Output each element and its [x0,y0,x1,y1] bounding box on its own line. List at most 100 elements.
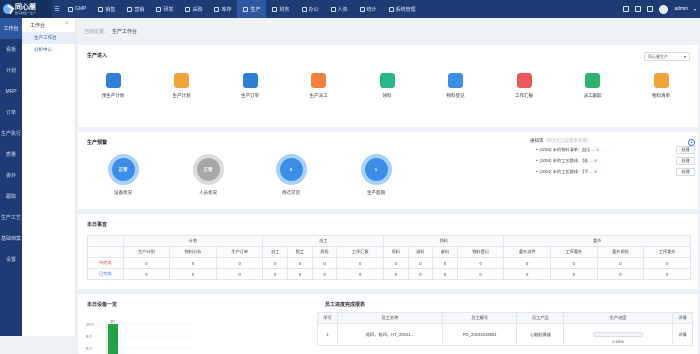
table-cell[interactable]: 0 [407,257,434,269]
progress-header: 序号 [316,312,339,324]
table-cell[interactable]: 0 [169,257,217,269]
table-cell[interactable]: 0 [596,257,645,269]
nav-item-8[interactable]: 办公 [296,0,325,18]
table-cell[interactable]: 0 [262,257,289,269]
bell-icon[interactable] [647,6,654,12]
table-cell[interactable]: 0 [311,257,338,269]
nav-item-9[interactable]: 人资 [325,0,354,18]
shortcut-1[interactable]: 生产计划 [157,73,207,99]
shortcut-2[interactable]: 生产订单 [225,73,275,99]
handle-button[interactable]: 处理 [676,145,695,154]
table-cell[interactable]: 0 [262,268,289,280]
handle-button[interactable]: 处理 [676,167,695,176]
table-cell[interactable]: 0 [503,268,552,280]
sidebar-item-1[interactable]: 看板 [0,39,22,60]
table-cell[interactable]: 0 [122,268,171,280]
nav-item-7[interactable]: 财务 [266,0,295,18]
nav-item-10[interactable]: 统计 [354,0,383,18]
username[interactable]: admin [674,6,688,12]
table-cell[interactable]: 0 [382,257,409,269]
shortcut-4[interactable]: 领料 [362,73,412,99]
table-cell[interactable]: 0 [382,268,409,280]
table-cell[interactable]: 0 [287,268,313,280]
table-cell[interactable]: 0 [456,257,505,269]
add-icon[interactable]: + [688,139,695,146]
nav-item-0[interactable]: GMP [62,0,92,18]
gauge-0[interactable]: 正常 设备状况 [98,154,148,196]
sidebar-item-11[interactable]: 设置 [0,249,22,270]
sidebar-item-2[interactable]: 计划 [0,60,22,81]
table-cell[interactable]: 0 [169,268,217,280]
nav-item-1[interactable]: 销售 [92,0,121,18]
chevron-down-icon[interactable]: ▾ [694,7,696,12]
column-header: 领料 [382,246,409,258]
shortcut-5[interactable]: 物料登记 [431,73,481,99]
notice-text[interactable]: (1024) 未的物料清单：血压... [539,147,593,153]
app-logo[interactable]: 同心雁 数字制造一生产 [0,0,52,18]
shortcut-7[interactable]: 派工跟踪 [568,73,618,99]
handle-button[interactable]: 处理 [676,156,695,165]
sidebar-item-3[interactable]: MRP [0,81,22,102]
window-icon[interactable] [623,6,630,12]
sidebar-item-5[interactable]: 生产执行 [0,123,22,144]
table-cell[interactable]: 0 [503,257,552,269]
sub-sidebar-item-1[interactable]: 分析中心 [22,44,75,56]
table-cell[interactable]: 0 [336,257,384,269]
logo-subtitle: 数字制造一生产 [15,10,37,15]
sidebar-item-9[interactable]: 生产工艺 [0,207,22,228]
table-cell[interactable]: 0 [550,257,598,269]
sub-sidebar-item-0[interactable]: 生产工作台 [22,32,75,44]
table-cell[interactable]: 0 [215,257,264,269]
table-cell[interactable]: 0 [336,268,384,280]
shortcut-icon [311,73,326,88]
gauge-2[interactable]: 0 待迁交货 [266,154,316,196]
avatar[interactable] [659,4,669,14]
nav-item-2[interactable]: 营销 [121,0,150,18]
nav-item-3[interactable]: 研发 [150,0,179,18]
shortcut-3[interactable]: 生产派工 [294,73,344,99]
shortcut-6[interactable]: 工作汇报 [499,73,549,99]
nav-item-6[interactable]: 生产 [237,0,267,18]
table-cell[interactable]: 0 [122,257,171,269]
menu-toggle-icon[interactable]: ☰ [52,0,62,18]
sidebar-item-8[interactable]: 跟踪 [0,186,22,207]
table-cell[interactable]: 0 [215,268,264,280]
table-cell[interactable]: 0 [287,257,313,269]
table-cell[interactable]: 0 [311,268,338,280]
sidebar-item-10[interactable]: 基础档案 [0,228,22,249]
sidebar-item-6[interactable]: 质量 [0,144,22,165]
sidebar-item-0[interactable]: 工作台 [0,18,22,39]
column-header: 质检 [311,246,338,258]
table-cell[interactable]: 0 [643,268,691,280]
nav-item-label: 统计 [366,6,377,13]
shortcut-icon [448,73,463,88]
y-tick-label: 6.0 [86,346,92,351]
logo-icon [3,4,13,14]
table-cell[interactable]: 0 [643,257,691,269]
sidebar-item-7[interactable]: 委外 [0,165,22,186]
nav-item-11[interactable]: 系统管理 [383,0,422,18]
table-cell[interactable]: 0 [432,257,458,269]
row-label: 已完成 [87,268,124,280]
shortcut-0[interactable]: 预生产计划 [88,73,138,99]
sub-sidebar: 工作台 ⌃ 生产工作台 分析中心 [22,18,76,336]
company-select[interactable]: 同心雁生产 ▾ [644,52,690,61]
gauge-value: 正常 [196,158,220,181]
table-cell[interactable]: 0 [596,268,645,280]
bar[interactable] [108,324,118,354]
notice-text[interactable]: (1004) 未的工艺路线：【手... [539,169,591,175]
sidebar-item-4[interactable]: 订单 [0,102,22,123]
nav-item-4[interactable]: 采购 [179,0,208,18]
fullscreen-icon[interactable] [635,6,642,12]
gauge-3[interactable]: 1 生产超期 [351,154,401,196]
notice-text[interactable]: (1004) 未的工艺路线：【处... [539,158,591,164]
gauge-1[interactable]: 正常 人员状况 [183,154,233,196]
nav-item-5[interactable]: 库存 [208,0,237,18]
table-cell[interactable]: 0 [407,268,434,280]
table-cell[interactable]: 0 [456,268,505,280]
table-cell[interactable]: 0 [550,268,598,280]
sub-sidebar-header[interactable]: 工作台 ⌃ [22,18,75,32]
table-cell[interactable]: 0 [432,268,458,280]
detail-link[interactable]: 详情 [671,323,694,346]
shortcut-8[interactable]: 物料清单 [636,73,686,99]
